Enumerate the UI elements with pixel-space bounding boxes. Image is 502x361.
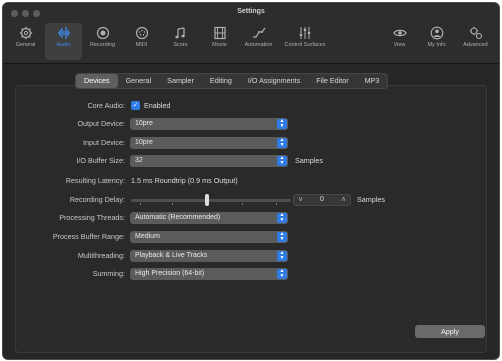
advanced-gears-icon bbox=[469, 26, 482, 40]
popup-value: 10pre bbox=[135, 139, 153, 146]
core-audio-enabled-label[interactable]: Enabled bbox=[144, 100, 170, 112]
core-audio-label: Core Audio: bbox=[87, 101, 125, 110]
slider-tick bbox=[140, 203, 141, 205]
processing-threads-label: Processing Threads: bbox=[59, 213, 125, 222]
window-title: Settings bbox=[237, 8, 265, 15]
tab-label: Score bbox=[173, 42, 188, 48]
popup-value: 10pre bbox=[135, 120, 153, 127]
process-buffer-range-label: Process Buffer Range: bbox=[52, 232, 125, 241]
popup-value: Automatic (Recommended) bbox=[135, 214, 221, 221]
film-icon bbox=[213, 26, 226, 40]
output-device-popup[interactable]: 10pre ▲ ▼ bbox=[130, 118, 288, 130]
midi-icon bbox=[135, 26, 148, 40]
person-icon bbox=[430, 26, 443, 40]
io-buffer-size-popup[interactable]: 32 ▲ ▼ bbox=[130, 155, 288, 167]
recording-delay-slider[interactable] bbox=[131, 199, 291, 202]
subtab-file-editor[interactable]: File Editor bbox=[308, 74, 356, 88]
tab-label: Recording bbox=[89, 42, 116, 48]
popup-value: High Precision (64-bit) bbox=[135, 270, 205, 277]
chevron-updown-icon: ▲ ▼ bbox=[277, 251, 287, 261]
subtab-io-assignments[interactable]: I/O Assignments bbox=[240, 74, 308, 88]
chevron-up-icon[interactable]: ∧ bbox=[341, 195, 346, 205]
gear-icon bbox=[19, 26, 32, 40]
resulting-latency-label: Resulting Latency: bbox=[65, 176, 125, 185]
tab-recording[interactable]: Recording bbox=[84, 23, 121, 60]
eye-icon bbox=[392, 29, 407, 37]
tab-label: Movie bbox=[212, 42, 227, 48]
tab-general[interactable]: General bbox=[7, 23, 44, 60]
subtab-bar: Devices General Sampler Editing I/O Assi… bbox=[75, 73, 389, 89]
chevron-updown-icon: ▲ ▼ bbox=[277, 232, 287, 242]
tab-label: Control Surfaces bbox=[284, 42, 326, 48]
tab-advanced[interactable]: Advanced bbox=[457, 23, 494, 60]
summing-popup[interactable]: High Precision (64-bit) ▲ ▼ bbox=[130, 268, 288, 280]
processing-threads-popup[interactable]: Automatic (Recommended) ▲ ▼ bbox=[130, 212, 288, 224]
score-icon bbox=[174, 27, 185, 39]
chevron-updown-icon: ▲ ▼ bbox=[277, 119, 287, 129]
tab-label: MIDI bbox=[135, 42, 148, 48]
recording-delay-unit: Samples bbox=[357, 195, 385, 204]
chevron-updown-icon: ▲ ▼ bbox=[277, 156, 287, 166]
popup-value: Playback & Live Tracks bbox=[135, 252, 208, 259]
record-icon bbox=[96, 26, 109, 40]
slider-tick bbox=[172, 203, 173, 205]
window-toolbar: Settings General Audio Recording MIDI Sc… bbox=[3, 3, 499, 64]
subtab-general[interactable]: General bbox=[118, 74, 160, 88]
popup-value: 32 bbox=[135, 157, 143, 164]
process-buffer-range-popup[interactable]: Medium ▲ ▼ bbox=[130, 231, 288, 243]
resulting-latency-value: 1.5 ms Roundtrip (0.9 ms Output) bbox=[131, 176, 238, 185]
recording-delay-label: Recording Delay: bbox=[69, 195, 125, 204]
recording-delay-slider-knob[interactable] bbox=[205, 194, 209, 206]
chevron-updown-icon: ▲ ▼ bbox=[277, 138, 287, 148]
popup-value: Medium bbox=[135, 233, 160, 240]
core-audio-checkbox[interactable]: ✓ bbox=[131, 101, 140, 110]
tab-label: Audio bbox=[56, 42, 71, 48]
summing-label: Summing: bbox=[92, 269, 125, 278]
tab-label: Automation bbox=[244, 42, 273, 48]
io-buffer-size-label: I/O Buffer Size: bbox=[76, 156, 125, 165]
tab-control-surfaces[interactable]: Control Surfaces bbox=[279, 23, 331, 60]
control-surfaces-icon bbox=[299, 27, 311, 39]
subtab-devices[interactable]: Devices bbox=[76, 74, 118, 88]
automation-icon bbox=[252, 27, 265, 38]
io-buffer-unit: Samples bbox=[295, 156, 323, 165]
tab-score[interactable]: Score bbox=[162, 23, 199, 60]
recording-delay-stepper[interactable]: ∨ 0 ∧ bbox=[293, 194, 351, 206]
multithreading-label: Multithreading: bbox=[77, 251, 125, 260]
apply-button[interactable]: Apply bbox=[415, 325, 485, 338]
chevron-updown-icon: ▲ ▼ bbox=[277, 213, 287, 223]
subtab-sampler[interactable]: Sampler bbox=[159, 74, 202, 88]
recording-delay-value: 0 bbox=[320, 196, 324, 203]
tab-label: Advanced bbox=[463, 42, 488, 48]
chevron-updown-icon: ▲ ▼ bbox=[277, 269, 287, 279]
tab-label: General bbox=[15, 42, 36, 48]
tab-label: My Info bbox=[427, 42, 446, 48]
tab-audio[interactable]: Audio bbox=[45, 23, 82, 60]
multithreading-popup[interactable]: Playback & Live Tracks ▲ ▼ bbox=[130, 250, 288, 262]
input-device-popup[interactable]: 10pre ▲ ▼ bbox=[130, 137, 288, 149]
subtab-editing[interactable]: Editing bbox=[202, 74, 240, 88]
slider-tick bbox=[242, 203, 243, 205]
audio-waveform-icon bbox=[57, 27, 70, 39]
tab-view[interactable]: View bbox=[381, 23, 418, 60]
input-device-label: Input Device: bbox=[83, 138, 125, 147]
subtab-mp3[interactable]: MP3 bbox=[357, 74, 388, 88]
tab-my-info[interactable]: My Info bbox=[418, 23, 455, 60]
output-device-label: Output Device: bbox=[77, 119, 125, 128]
tab-midi[interactable]: MIDI bbox=[123, 23, 160, 60]
tab-label: View bbox=[393, 42, 406, 48]
tab-automation[interactable]: Automation bbox=[240, 23, 277, 60]
chevron-down-icon[interactable]: ∨ bbox=[298, 195, 303, 205]
slider-tick bbox=[276, 203, 277, 205]
tab-movie[interactable]: Movie bbox=[201, 23, 238, 60]
